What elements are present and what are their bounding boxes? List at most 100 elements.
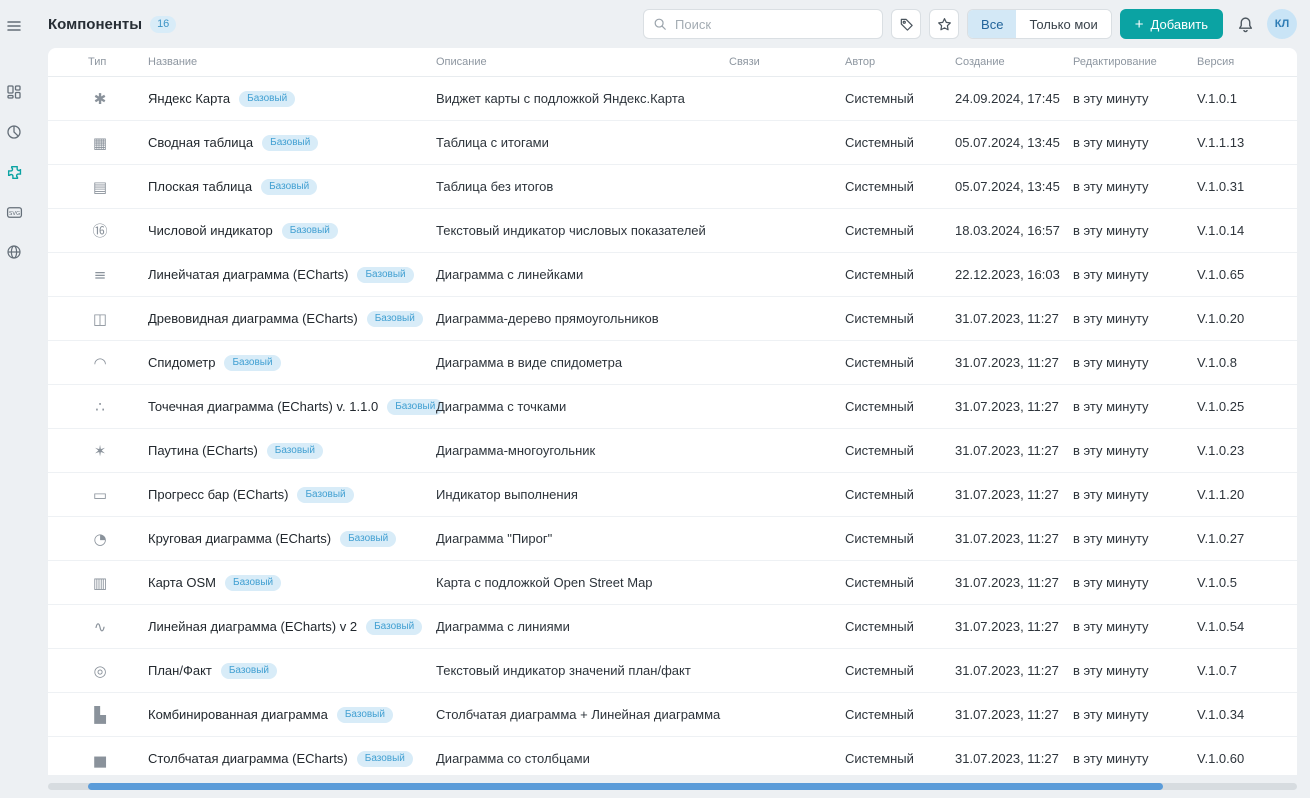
- table-row[interactable]: ▙ Комбинированная диаграмма Базовый Стол…: [48, 693, 1297, 737]
- component-name: Комбинированная диаграмма: [148, 707, 328, 722]
- filter-mine-button[interactable]: Только мои: [1016, 10, 1110, 38]
- component-name: Спидометр: [148, 355, 215, 370]
- table-row[interactable]: ✶ Паутина (ECharts) Базовый Диаграмма-мн…: [48, 429, 1297, 473]
- component-author: Системный: [845, 751, 955, 766]
- component-name: Круговая диаграмма (ECharts): [148, 531, 331, 546]
- component-author: Системный: [845, 179, 955, 194]
- component-created: 22.12.2023, 16:03: [955, 267, 1073, 282]
- component-created: 31.07.2023, 11:27: [955, 355, 1073, 370]
- component-description: Карта с подложкой Open Street Map: [436, 575, 729, 590]
- base-badge: Базовый: [340, 531, 396, 547]
- components-icon[interactable]: [0, 158, 28, 186]
- component-name-cell: Круговая диаграмма (ECharts) Базовый: [148, 531, 436, 547]
- component-name: Линейная диаграмма (ECharts) v 2: [148, 619, 357, 634]
- component-version: V.1.0.27: [1197, 531, 1297, 546]
- reports-icon[interactable]: [0, 118, 28, 146]
- search-icon: [653, 17, 667, 31]
- bell-icon: [1237, 16, 1254, 33]
- component-name-cell: Карта OSM Базовый: [148, 575, 436, 591]
- column-header-2: Название: [148, 56, 436, 68]
- line-chart-icon: ∿: [88, 615, 112, 639]
- base-badge: Базовый: [224, 355, 280, 371]
- component-edited: в эту минуту: [1073, 443, 1197, 458]
- component-created: 31.07.2023, 11:27: [955, 531, 1073, 546]
- table-row[interactable]: ⑯ Числовой индикатор Базовый Текстовый и…: [48, 209, 1297, 253]
- dashboards-icon[interactable]: [0, 78, 28, 106]
- component-description: Диаграмма-многоугольник: [436, 443, 729, 458]
- scrollbar-thumb[interactable]: [88, 783, 1163, 790]
- component-version: V.1.0.60: [1197, 751, 1297, 766]
- component-author: Системный: [845, 707, 955, 722]
- component-name-cell: Точечная диаграмма (ECharts) v. 1.1.0 Ба…: [148, 399, 436, 415]
- component-name: Яндекс Карта: [148, 91, 230, 106]
- component-edited: в эту минуту: [1073, 487, 1197, 502]
- component-description: Диаграмма с точками: [436, 399, 729, 414]
- table-row[interactable]: ◎ План/Факт Базовый Текстовый индикатор …: [48, 649, 1297, 693]
- column-header-3: Описание: [436, 56, 729, 68]
- component-edited: в эту минуту: [1073, 531, 1197, 546]
- tags-filter-button[interactable]: [891, 9, 921, 39]
- component-version: V.1.0.31: [1197, 179, 1297, 194]
- gauge-icon: ◠: [88, 351, 112, 375]
- base-badge: Базовый: [366, 619, 422, 635]
- component-edited: в эту минуту: [1073, 267, 1197, 282]
- component-version: V.1.0.1: [1197, 91, 1297, 106]
- component-version: V.1.0.54: [1197, 619, 1297, 634]
- favorites-filter-button[interactable]: [929, 9, 959, 39]
- base-badge: Базовый: [297, 487, 353, 503]
- component-version: V.1.0.34: [1197, 707, 1297, 722]
- components-table: ТипНазваниеОписаниеСвязиАвторСозданиеРед…: [48, 48, 1297, 775]
- table-row[interactable]: ∿ Линейная диаграмма (ECharts) v 2 Базов…: [48, 605, 1297, 649]
- table-row[interactable]: ◫ Древовидная диаграмма (ECharts) Базовы…: [48, 297, 1297, 341]
- pie-chart-icon: ◔: [88, 527, 112, 551]
- svg-icon[interactable]: SVG: [0, 198, 28, 226]
- component-version: V.1.1.13: [1197, 135, 1297, 150]
- component-description: Диаграмма со столбцами: [436, 751, 729, 766]
- table-row[interactable]: ✱ Яндекс Карта Базовый Виджет карты с по…: [48, 77, 1297, 121]
- component-description: Диаграмма в виде спидометра: [436, 355, 729, 370]
- component-name-cell: Прогресс бар (ECharts) Базовый: [148, 487, 436, 503]
- component-author: Системный: [845, 311, 955, 326]
- add-component-button[interactable]: + Добавить: [1120, 9, 1223, 39]
- component-version: V.1.0.5: [1197, 575, 1297, 590]
- component-author: Системный: [845, 135, 955, 150]
- avatar[interactable]: КЛ: [1267, 9, 1297, 39]
- component-author: Системный: [845, 355, 955, 370]
- component-author: Системный: [845, 91, 955, 106]
- component-description: Текстовый индикатор значений план/факт: [436, 663, 729, 678]
- component-name: Плоская таблица: [148, 179, 252, 194]
- table-row[interactable]: ▭ Прогресс бар (ECharts) Базовый Индикат…: [48, 473, 1297, 517]
- globe-icon[interactable]: [0, 238, 28, 266]
- table-row[interactable]: ▤ Плоская таблица Базовый Таблица без ит…: [48, 165, 1297, 209]
- component-author: Системный: [845, 531, 955, 546]
- table-row[interactable]: ≡ Линейчатая диаграмма (ECharts) Базовый…: [48, 253, 1297, 297]
- filter-all-button[interactable]: Все: [968, 10, 1016, 38]
- component-created: 18.03.2024, 16:57: [955, 223, 1073, 238]
- component-created: 31.07.2023, 11:27: [955, 619, 1073, 634]
- base-badge: Базовый: [357, 267, 413, 283]
- topbar: Компоненты 16: [48, 0, 1297, 48]
- notifications-button[interactable]: [1231, 10, 1259, 38]
- table-row[interactable]: ▥ Карта OSM Базовый Карта с подложкой Op…: [48, 561, 1297, 605]
- component-edited: в эту минуту: [1073, 575, 1197, 590]
- table-row[interactable]: ◠ Спидометр Базовый Диаграмма в виде спи…: [48, 341, 1297, 385]
- component-edited: в эту минуту: [1073, 707, 1197, 722]
- horizontal-scrollbar: [48, 775, 1297, 798]
- table-row[interactable]: ◔ Круговая диаграмма (ECharts) Базовый Д…: [48, 517, 1297, 561]
- svg-text:SVG: SVG: [8, 210, 19, 216]
- table-row[interactable]: ∴ Точечная диаграмма (ECharts) v. 1.1.0 …: [48, 385, 1297, 429]
- component-name-cell: Числовой индикатор Базовый: [148, 223, 436, 239]
- table-row[interactable]: ▅ Столбчатая диаграмма (ECharts) Базовый…: [48, 737, 1297, 775]
- base-badge: Базовый: [337, 707, 393, 723]
- component-description: Таблица без итогов: [436, 179, 729, 194]
- topbar-actions: Все Только мои + Добавить КЛ: [643, 9, 1297, 39]
- base-badge: Базовый: [282, 223, 338, 239]
- base-badge: Базовый: [367, 311, 423, 327]
- component-name-cell: Сводная таблица Базовый: [148, 135, 436, 151]
- search-input[interactable]: [673, 16, 873, 33]
- table-row[interactable]: ▦ Сводная таблица Базовый Таблица с итог…: [48, 121, 1297, 165]
- component-name-cell: Спидометр Базовый: [148, 355, 436, 371]
- treemap-icon: ◫: [88, 307, 112, 331]
- menu-icon[interactable]: [0, 12, 28, 40]
- component-name: Прогресс бар (ECharts): [148, 487, 288, 502]
